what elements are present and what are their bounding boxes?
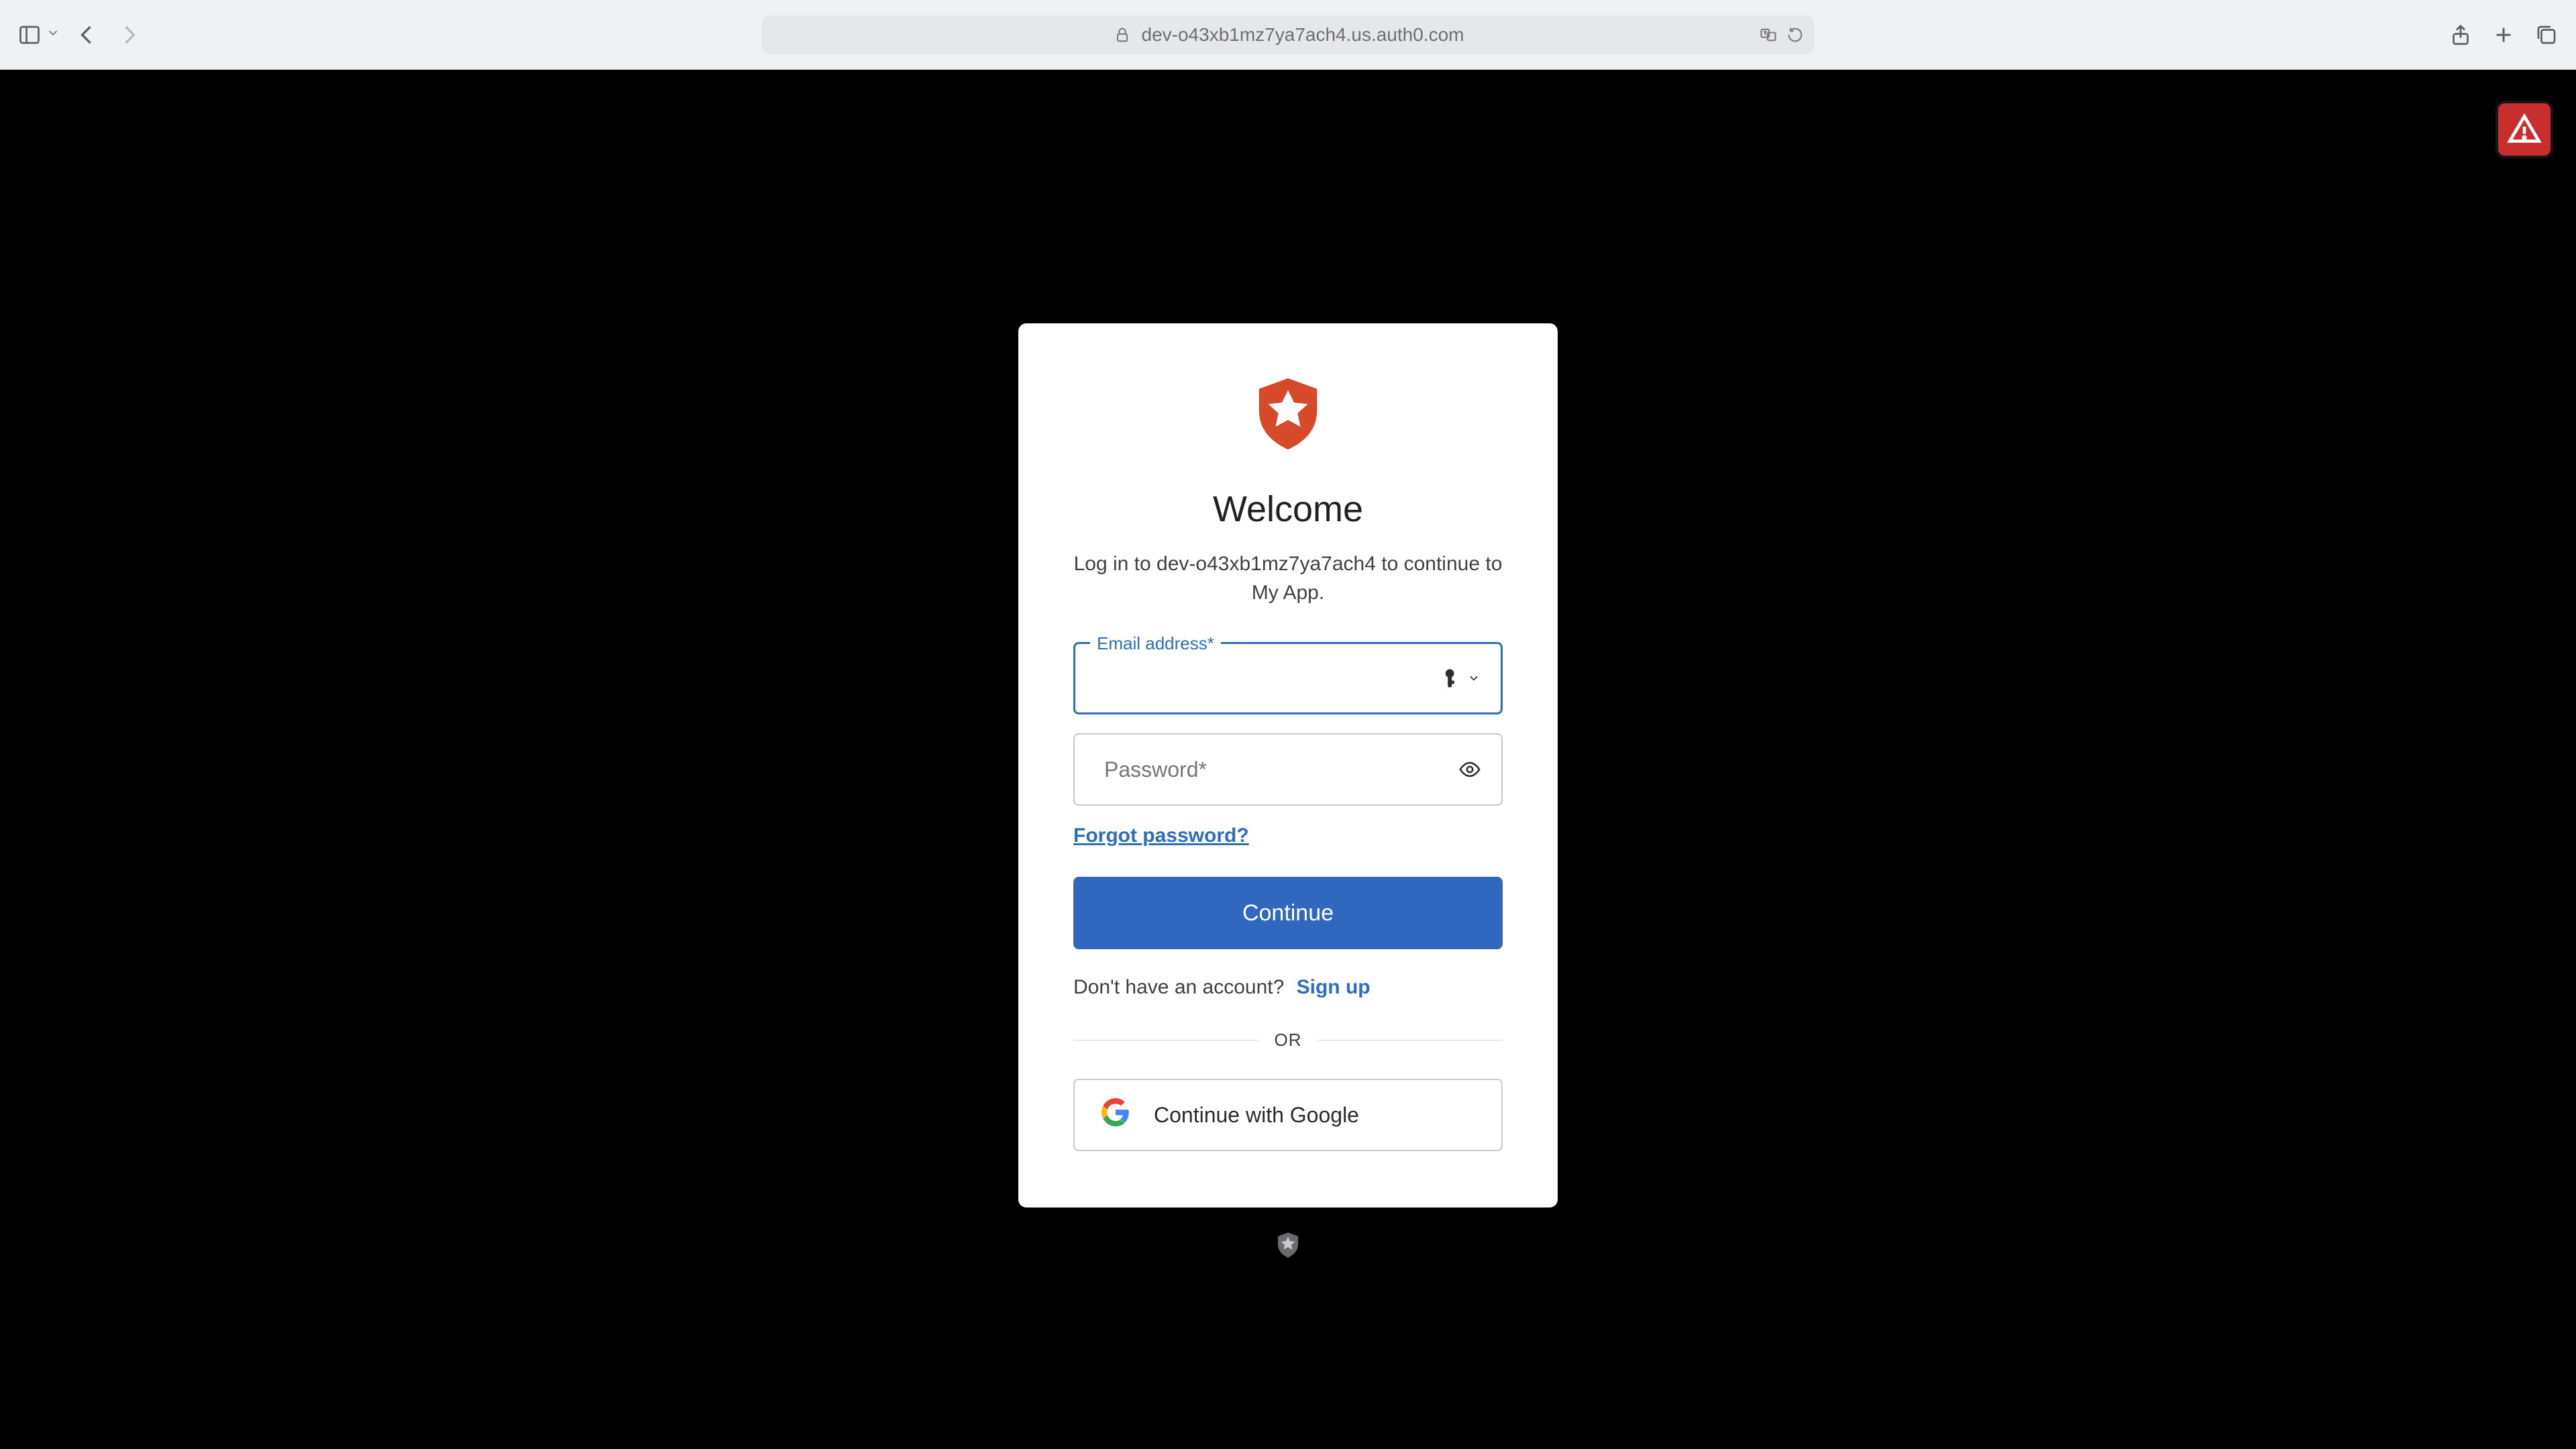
or-text: OR <box>1275 1030 1302 1051</box>
address-bar-center: dev-o43xb1mz7ya7ach4.us.auth0.com <box>1112 24 1464 46</box>
sidebar-toggle-group[interactable] <box>15 20 60 50</box>
signup-link[interactable]: Sign up <box>1297 976 1371 998</box>
auth0-badge[interactable] <box>1273 1230 1303 1260</box>
continue-button[interactable]: Continue <box>1073 877 1503 949</box>
login-title: Welcome <box>1073 488 1503 530</box>
lock-icon <box>1112 25 1132 45</box>
share-button[interactable] <box>2446 20 2475 50</box>
forward-button[interactable] <box>114 20 144 50</box>
no-account-text: Don't have an account? <box>1073 976 1284 998</box>
back-button[interactable] <box>72 20 102 50</box>
email-field-wrapper: Email address* <box>1073 642 1503 714</box>
google-button-label: Continue with Google <box>1154 1103 1359 1128</box>
address-url: dev-o43xb1mz7ya7ach4.us.auth0.com <box>1142 24 1464 46</box>
forgot-password-link[interactable]: Forgot password? <box>1073 824 1249 847</box>
new-tab-button[interactable] <box>2489 20 2518 50</box>
show-password-icon[interactable] <box>1458 758 1481 781</box>
tabs-overview-button[interactable] <box>2532 20 2561 50</box>
google-icon <box>1102 1098 1130 1132</box>
login-card: Welcome Log in to dev-o43xb1mz7ya7ach4 t… <box>1018 323 1558 1208</box>
brand-logo <box>1073 376 1503 452</box>
signup-row: Don't have an account? Sign up <box>1073 976 1503 999</box>
sidebar-toggle-icon <box>15 20 44 50</box>
email-input[interactable] <box>1075 644 1501 712</box>
autofill-icon[interactable] <box>1440 667 1481 690</box>
chevron-down-icon <box>46 25 60 44</box>
address-bar[interactable]: dev-o43xb1mz7ya7ach4.us.auth0.com <box>761 15 1815 54</box>
google-signin-button[interactable]: Continue with Google <box>1073 1079 1503 1151</box>
toolbar-left-group <box>15 20 144 50</box>
toolbar-right-group <box>2446 20 2561 50</box>
address-bar-right <box>1758 25 1805 45</box>
warning-badge[interactable] <box>2496 101 2553 158</box>
browser-toolbar: dev-o43xb1mz7ya7ach4.us.auth0.com <box>0 0 2576 70</box>
translate-icon[interactable] <box>1758 25 1778 45</box>
password-field-wrapper <box>1073 733 1503 806</box>
page-viewport: Welcome Log in to dev-o43xb1mz7ya7ach4 t… <box>0 70 2576 1449</box>
address-bar-wrap: dev-o43xb1mz7ya7ach4.us.auth0.com <box>761 15 1815 54</box>
login-subtitle: Log in to dev-o43xb1mz7ya7ach4 to contin… <box>1073 550 1503 607</box>
password-input[interactable] <box>1075 735 1501 804</box>
reload-icon[interactable] <box>1785 25 1805 45</box>
divider-row: OR <box>1073 1030 1503 1051</box>
